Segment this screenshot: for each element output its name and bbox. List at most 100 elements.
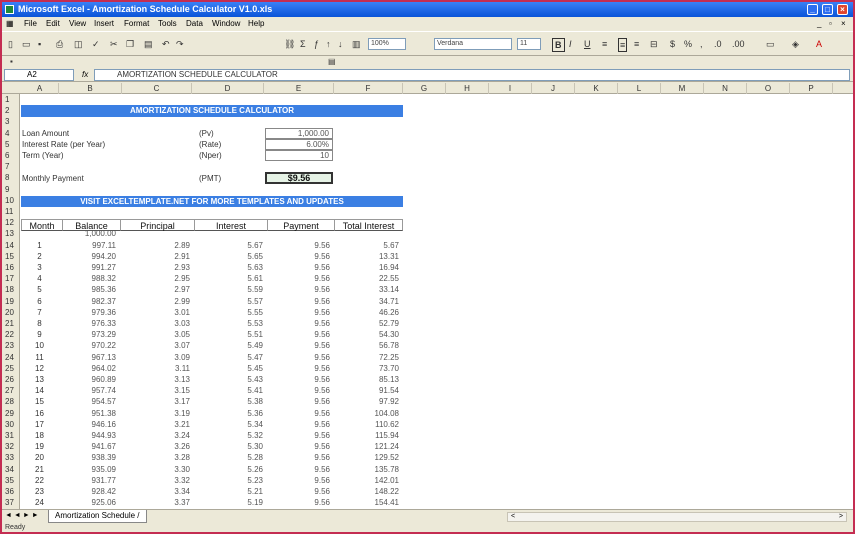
chart-icon[interactable]: ▥ [352,38,361,50]
row-header[interactable]: 31 [2,430,20,441]
row-header[interactable]: 19 [2,296,20,307]
row-header[interactable]: 9 [2,184,20,195]
row-header[interactable]: 24 [2,352,20,363]
function-icon[interactable]: ƒ [314,38,319,50]
save-icon[interactable]: ▪ [38,38,41,50]
row-header[interactable]: 17 [2,273,20,284]
column-header-b[interactable]: B [59,83,122,94]
hyperlink-icon[interactable]: ⛓ [284,38,295,50]
fx-icon[interactable]: fx [82,70,88,79]
sort-desc-icon[interactable]: ↓ [338,38,343,50]
column-header-o[interactable]: O [747,83,790,94]
row-header[interactable]: 37 [2,497,20,508]
doc-minimize-icon[interactable]: _ [817,17,821,31]
row-header[interactable]: 20 [2,307,20,318]
undo-icon[interactable]: ↶ [162,38,170,50]
row-header[interactable]: 1 [2,94,20,105]
tab-scroll-arrows[interactable]: ◄◄►► [5,512,41,519]
row-header[interactable]: 16 [2,262,20,273]
sort-asc-icon[interactable]: ↑ [326,38,331,50]
minimize-button[interactable]: _ [807,4,818,15]
toolbar-option-icon[interactable]: ▤ [328,57,336,66]
row-header[interactable]: 34 [2,464,20,475]
menu-window[interactable]: Window [212,17,240,31]
menu-data[interactable]: Data [186,17,203,31]
row-header[interactable]: 29 [2,408,20,419]
menu-help[interactable]: Help [248,17,264,31]
comma-icon[interactable]: , [700,38,703,50]
row-header[interactable]: 33 [2,452,20,463]
row-header[interactable]: 12 [2,217,20,228]
font-size-select[interactable]: 11 [517,38,541,50]
horizontal-scrollbar[interactable]: < > [507,512,847,522]
name-box[interactable]: A2 [4,69,74,81]
copy-icon[interactable]: ❐ [126,38,134,50]
decrease-decimal-icon[interactable]: .00 [732,38,745,50]
column-header-e[interactable]: E [264,83,334,94]
doc-close-icon[interactable]: × [841,17,846,31]
row-header[interactable]: 13 [2,228,20,239]
align-right-icon[interactable]: ≡ [634,38,639,50]
row-header[interactable]: 14 [2,240,20,251]
column-header-g[interactable]: G [403,83,446,94]
row-header[interactable]: 10 [2,195,20,206]
worksheet-grid[interactable]: ABCDEFGHIJKLMNOP 1 2 3 4 5 6 7 8 9 10 11 12 13 14 15 16… [2,83,853,509]
increase-decimal-icon[interactable]: .0 [714,38,722,50]
column-header-k[interactable]: K [575,83,618,94]
tab-amortization-schedule[interactable]: Amortization Schedule / [48,510,147,523]
menu-file[interactable]: File [24,17,37,31]
row-header[interactable]: 36 [2,486,20,497]
row-header[interactable]: 28 [2,396,20,407]
menu-insert[interactable]: Insert [94,17,114,31]
fill-color-icon[interactable]: ◈ [792,38,799,50]
column-header-j[interactable]: J [532,83,575,94]
autosum-icon[interactable]: Σ [300,38,306,50]
menu-tools[interactable]: Tools [158,17,177,31]
open-icon[interactable]: ▭ [22,38,31,50]
spell-icon[interactable]: ✓ [92,38,100,50]
row-header[interactable]: 18 [2,284,20,295]
visit-banner[interactable]: VISIT EXCELTEMPLATE.NET FOR MORE TEMPLAT… [21,196,403,207]
maximize-button[interactable]: □ [822,4,833,15]
row-header[interactable]: 15 [2,251,20,262]
currency-icon[interactable]: $ [670,38,675,50]
paste-icon[interactable]: ▤ [144,38,153,50]
redo-icon[interactable]: ↷ [176,38,184,50]
column-header-n[interactable]: N [704,83,747,94]
bold-button[interactable]: B [552,38,565,52]
merge-center-icon[interactable]: ⊟ [650,38,658,50]
row-header[interactable]: 7 [2,161,20,172]
column-header-l[interactable]: L [618,83,661,94]
percent-icon[interactable]: % [684,38,692,50]
menu-edit[interactable]: Edit [46,17,60,31]
row-header[interactable]: 8 [2,172,20,183]
print-icon[interactable]: ⎙ [56,38,63,50]
row-header[interactable]: 30 [2,419,20,430]
column-header-m[interactable]: M [661,83,704,94]
row-header[interactable]: 21 [2,318,20,329]
scroll-right-icon[interactable]: > [839,513,843,520]
row-header[interactable]: 2 [2,105,20,116]
scroll-left-icon[interactable]: < [511,513,515,520]
font-color-icon[interactable]: A [816,38,822,50]
row-header[interactable]: 5 [2,139,20,150]
align-left-icon[interactable]: ≡ [602,38,607,50]
row-header[interactable]: 26 [2,374,20,385]
row-header[interactable]: 22 [2,329,20,340]
row-header[interactable]: 3 [2,116,20,127]
column-header-c[interactable]: C [122,83,192,94]
borders-icon[interactable]: ▭ [766,38,775,50]
formula-input[interactable]: AMORTIZATION SCHEDULE CALCULATOR [94,69,850,81]
row-header[interactable]: 27 [2,385,20,396]
menu-format[interactable]: Format [124,17,149,31]
zoom-select[interactable]: 100% [368,38,406,50]
cut-icon[interactable]: ✂ [110,38,118,50]
row-header[interactable]: 32 [2,441,20,452]
doc-restore-icon[interactable]: ▫ [829,17,832,31]
row-header[interactable]: 25 [2,363,20,374]
row-header[interactable]: 4 [2,128,20,139]
italic-button[interactable]: I [569,38,572,50]
row-header[interactable]: 11 [2,206,20,217]
underline-button[interactable]: U [584,38,591,50]
font-select[interactable]: Verdana [434,38,512,50]
